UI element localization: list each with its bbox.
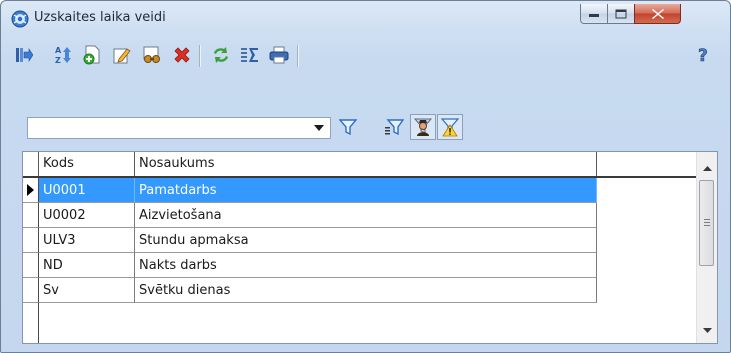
sort-button[interactable]: A Z: [52, 43, 76, 67]
view-button[interactable]: [140, 43, 164, 67]
table-row[interactable]: Sv Svētku dienas: [23, 278, 597, 303]
filter-combo[interactable]: [27, 117, 331, 139]
cell-kods[interactable]: Sv: [39, 278, 135, 303]
warning-filter-button[interactable]: [437, 114, 463, 140]
cell-kods[interactable]: U0002: [39, 203, 135, 228]
print-icon: [269, 46, 289, 64]
row-indicator: [23, 178, 39, 203]
cell-kods[interactable]: U0001: [39, 178, 135, 203]
row-indicator: [23, 278, 39, 303]
maximize-button[interactable]: [607, 4, 635, 24]
refresh-button[interactable]: [209, 43, 233, 67]
grid-header: Kods Nosaukums: [23, 152, 699, 178]
export-button[interactable]: [12, 43, 36, 67]
filter-button[interactable]: [335, 114, 361, 140]
view-icon: [143, 46, 160, 63]
cell-nosaukums[interactable]: Aizvietošana: [135, 203, 597, 228]
app-icon: [11, 10, 29, 28]
help-icon: ?: [698, 46, 708, 65]
cell-nosaukums[interactable]: Nakts darbs: [135, 253, 597, 278]
filter-list-button[interactable]: [381, 114, 407, 140]
window: Uzskaites laika veidi A Z ? Kods Nosauku…: [0, 0, 731, 353]
scroll-down-button[interactable]: [697, 322, 717, 339]
cell-nosaukums[interactable]: Svētku dienas: [135, 278, 597, 303]
grip-line: [704, 219, 710, 220]
grip-line: [704, 222, 710, 223]
data-grid: Kods Nosaukums U0001 Pamatdarbs U0002 Ai…: [22, 151, 718, 344]
chevron-down-icon: [702, 328, 712, 333]
scroll-up-button[interactable]: [697, 160, 717, 177]
warning-filter-icon: [440, 118, 460, 137]
minimize-button[interactable]: [580, 4, 608, 24]
table-row[interactable]: ND Nakts darbs: [23, 253, 597, 278]
edit-button[interactable]: [110, 43, 134, 67]
toolbar: A Z ?: [1, 35, 730, 75]
toolbar-separator: [199, 45, 201, 67]
cell-nosaukums[interactable]: Stundu apmaksa: [135, 228, 597, 253]
filter-list-icon: [385, 119, 404, 136]
svg-text:A: A: [55, 46, 62, 55]
table-row[interactable]: ULV3 Stundu apmaksa: [23, 228, 597, 253]
close-icon: [651, 8, 664, 19]
chevron-down-icon[interactable]: [314, 125, 324, 131]
row-indicator: [23, 203, 39, 228]
cell-nosaukums[interactable]: Pamatdarbs: [135, 178, 597, 203]
sum-icon: [241, 48, 258, 62]
toolbar-separator: [297, 45, 299, 67]
column-header-nosaukums[interactable]: Nosaukums: [135, 152, 597, 176]
svg-text:Z: Z: [55, 56, 61, 65]
row-indicator: [23, 253, 39, 278]
user-filter-icon: [413, 118, 433, 136]
new-record-button[interactable]: [80, 43, 104, 67]
row-indicator-empty: [23, 303, 39, 343]
new-record-icon: [83, 45, 100, 65]
cell-kods[interactable]: ND: [39, 253, 135, 278]
close-button[interactable]: [634, 4, 681, 24]
chevron-up-icon: [702, 166, 712, 171]
column-header-kods[interactable]: Kods: [39, 152, 135, 176]
table-row[interactable]: U0002 Aizvietošana: [23, 203, 597, 228]
delete-button[interactable]: [170, 43, 194, 67]
svg-text:?: ?: [698, 46, 708, 65]
edit-icon: [113, 48, 131, 64]
delete-icon: [174, 47, 190, 63]
title-bar[interactable]: Uzskaites laika veidi: [1, 1, 730, 35]
maximize-icon: [615, 9, 627, 18]
current-row-icon: [27, 184, 34, 196]
cell-kods[interactable]: ULV3: [39, 228, 135, 253]
export-icon: [16, 48, 33, 62]
scroll-thumb[interactable]: [699, 180, 714, 266]
user-filter-button[interactable]: [410, 114, 436, 140]
row-indicator: [23, 228, 39, 253]
grip-line: [704, 225, 710, 226]
refresh-icon: [214, 47, 228, 63]
filter-icon: [339, 119, 357, 136]
window-title: Uzskaites laika veidi: [34, 10, 166, 25]
help-button[interactable]: ?: [692, 43, 716, 67]
vertical-scrollbar[interactable]: [696, 152, 717, 343]
print-button[interactable]: [267, 43, 291, 67]
minimize-icon: [589, 13, 599, 17]
row-indicator-header: [23, 152, 39, 176]
sum-button[interactable]: [238, 43, 262, 67]
table-row[interactable]: U0001 Pamatdarbs: [23, 178, 597, 203]
sort-az-icon: A Z: [55, 46, 71, 65]
